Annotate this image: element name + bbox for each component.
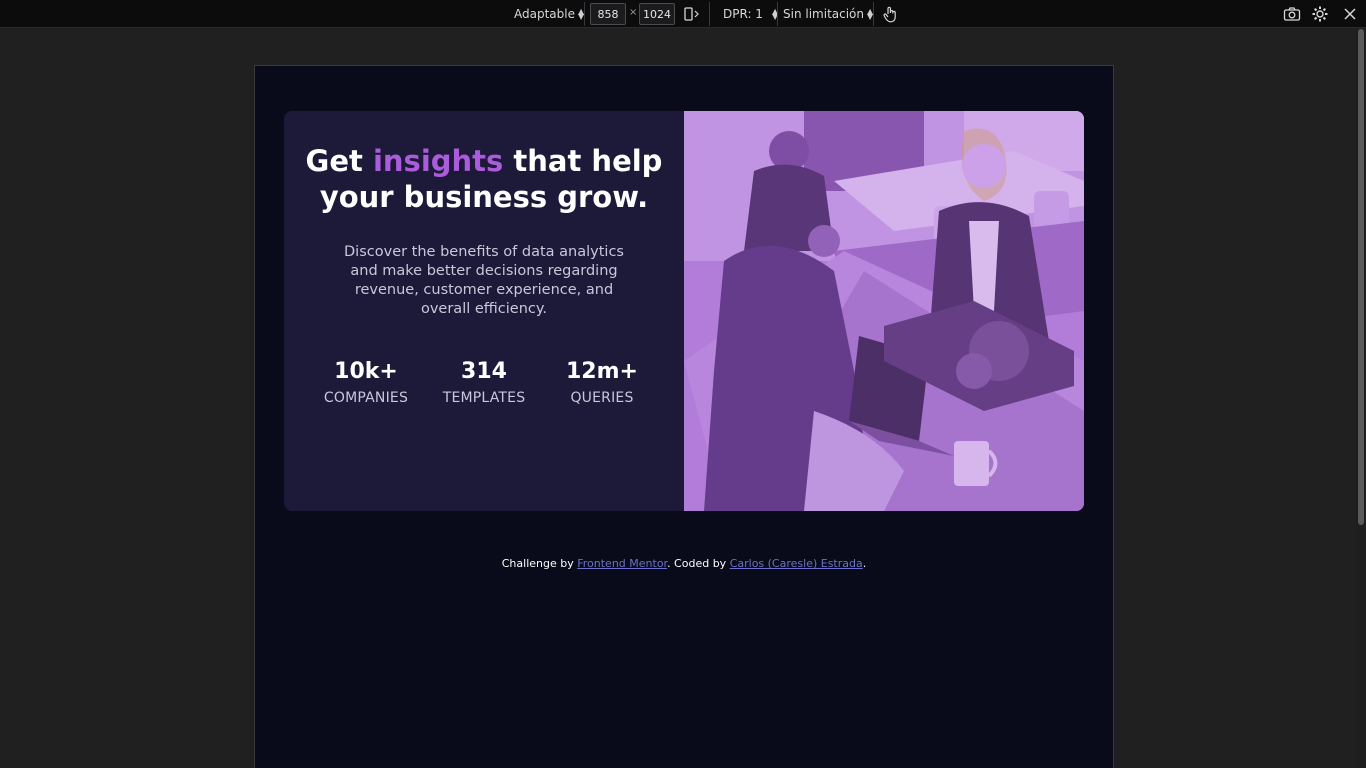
touch-icon[interactable] bbox=[880, 4, 900, 24]
attribution-middle: . Coded by bbox=[667, 557, 730, 570]
responsive-viewport: Get insights that help your business gro… bbox=[254, 65, 1114, 768]
toolbar-divider bbox=[709, 2, 710, 26]
stat-label: COMPANIES bbox=[323, 390, 409, 406]
dpr-select[interactable]: DPR: 1 ▲ ▼ bbox=[723, 0, 778, 28]
toolbar-divider bbox=[873, 2, 874, 26]
throttle-select[interactable]: Sin limitación ▲ ▼ bbox=[783, 0, 873, 28]
office-photo bbox=[684, 111, 1084, 511]
screenshot-icon[interactable] bbox=[1282, 4, 1302, 24]
stat-templates: 314 TEMPLATES bbox=[424, 357, 544, 407]
device-select[interactable]: Adaptable ▲ ▼ bbox=[514, 0, 584, 28]
device-select-label: Adaptable bbox=[514, 7, 575, 21]
responsive-toolbar: Adaptable ▲▼ × DPR: 1 ▲▼ Sin limitación … bbox=[0, 0, 1366, 28]
description: Discover the benefits of data analytics … bbox=[344, 244, 624, 317]
close-icon[interactable] bbox=[1340, 4, 1360, 24]
stat-value: 314 bbox=[461, 359, 507, 384]
stat-value: 10k+ bbox=[334, 359, 398, 384]
headline-accent: insights bbox=[372, 144, 504, 178]
stats-list: 10k+ COMPANIES 314 TEMPLATES 12m+ QUERIE… bbox=[284, 357, 684, 417]
headline: Get insights that help your business gro… bbox=[304, 143, 664, 215]
card-content: Get insights that help your business gro… bbox=[284, 111, 684, 511]
headline-prefix: Get bbox=[305, 144, 373, 178]
stat-companies: 10k+ COMPANIES bbox=[306, 357, 426, 407]
office-photo-illustration bbox=[684, 111, 1084, 511]
stat-label: QUERIES bbox=[570, 390, 634, 406]
author-link[interactable]: Carlos (Caresle) Estrada bbox=[730, 557, 863, 570]
viewport-height-input[interactable] bbox=[639, 3, 675, 25]
throttle-select-label: Sin limitación bbox=[783, 7, 864, 21]
viewport-width-input[interactable] bbox=[590, 3, 626, 25]
frontend-mentor-link[interactable]: Frontend Mentor bbox=[577, 557, 667, 570]
stats-preview-card: Get insights that help your business gro… bbox=[284, 111, 1084, 511]
attribution: Challenge by Frontend Mentor. Coded by C… bbox=[255, 557, 1113, 570]
scrollbar[interactable] bbox=[1356, 29, 1366, 768]
dimension-separator: × bbox=[629, 7, 638, 18]
rotate-icon[interactable] bbox=[682, 4, 702, 24]
dpr-select-label: DPR: 1 bbox=[723, 7, 763, 21]
stat-label: TEMPLATES bbox=[442, 390, 526, 406]
settings-icon[interactable] bbox=[1310, 4, 1330, 24]
stat-value: 12m+ bbox=[566, 359, 638, 384]
scrollbar-thumb[interactable] bbox=[1358, 29, 1364, 525]
attribution-prefix: Challenge by bbox=[501, 557, 578, 570]
stat-queries: 12m+ QUERIES bbox=[542, 357, 662, 407]
attribution-suffix: . bbox=[862, 557, 867, 570]
toolbar-divider bbox=[777, 2, 778, 26]
toolbar-divider bbox=[584, 2, 585, 26]
